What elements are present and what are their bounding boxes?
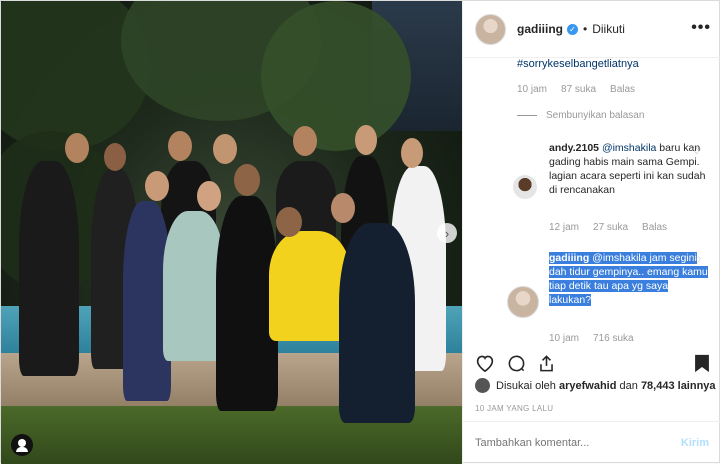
- avatar[interactable]: [507, 286, 539, 318]
- photo-person-head: [145, 171, 169, 201]
- comment-icon: [508, 355, 524, 371]
- hide-replies-label: Sembunyikan balasan: [546, 110, 645, 121]
- comment-time[interactable]: 12 jam: [549, 222, 579, 233]
- user-tag-button[interactable]: [11, 434, 33, 456]
- likes-middle: dan: [619, 379, 638, 392]
- save-button[interactable]: [691, 352, 713, 374]
- next-image-button[interactable]: ›: [437, 223, 457, 243]
- comment-username[interactable]: gadiiing: [549, 252, 589, 264]
- post-side-panel: gadiiing ✓ • Diikuti ••• #sorrykeselbang…: [462, 1, 720, 464]
- comment-meta: 10 jam 716 suka: [549, 333, 634, 344]
- reply-button[interactable]: Balas: [642, 222, 667, 233]
- username-link[interactable]: gadiiing: [517, 22, 563, 36]
- comment-mention[interactable]: @imshakila: [602, 142, 656, 154]
- post-actions: [463, 348, 720, 378]
- avatar[interactable]: [513, 175, 537, 199]
- likes-count[interactable]: 78,443 lainnya: [641, 380, 716, 392]
- share-icon: [539, 354, 553, 371]
- share-button[interactable]: [535, 352, 557, 374]
- bookmark-icon: [695, 354, 709, 372]
- avatar[interactable]: [475, 13, 506, 45]
- comment-likes[interactable]: 27 suka: [593, 222, 628, 233]
- post-timestamp[interactable]: 10 JAM YANG LALU: [475, 404, 553, 413]
- verified-icon: ✓: [567, 23, 578, 35]
- post-header: gadiiing ✓ • Diikuti •••: [463, 1, 720, 58]
- hide-replies-button[interactable]: Sembunyikan balasan: [517, 110, 644, 121]
- header-separator: •: [583, 22, 588, 36]
- photo-person-head: [197, 181, 221, 211]
- post-photo[interactable]: ›: [1, 1, 462, 464]
- like-button[interactable]: [474, 352, 496, 374]
- photo-person-head: [331, 193, 355, 223]
- photo-foliage: [261, 1, 411, 151]
- photo-person-head: [213, 134, 237, 164]
- comments-list[interactable]: #sorrykeselbangetliatnya 10 jam 87 suka …: [463, 58, 720, 348]
- heart-icon[interactable]: ♡: [692, 146, 701, 157]
- photo-person: [19, 161, 79, 376]
- photo-person-head: [168, 131, 192, 161]
- photo-person-head: [65, 133, 89, 163]
- liker-username[interactable]: aryefwahid: [559, 380, 616, 392]
- divider: [517, 115, 537, 116]
- user-tag-icon: [11, 434, 33, 456]
- comment-meta: 12 jam 27 suka Balas: [549, 222, 667, 233]
- comment-likes[interactable]: 716 suka: [593, 333, 634, 344]
- comment-time[interactable]: 10 jam: [549, 333, 579, 344]
- likes-prefix: Disukai oleh: [496, 379, 556, 392]
- photo-person-head: [355, 125, 377, 155]
- reply-comment: andy.2105 @imshakila baru kan gading hab…: [549, 141, 709, 197]
- photo-person-head: [234, 164, 260, 196]
- more-options-button[interactable]: •••: [691, 19, 711, 37]
- comment-likes[interactable]: 87 suka: [561, 84, 596, 95]
- photo-person-head: [293, 126, 317, 156]
- reply-comment: gadiiing @imshakila jam segini dah tidur…: [549, 251, 709, 307]
- comment-meta: 10 jam 87 suka Balas: [517, 84, 635, 95]
- photo-person: [339, 223, 415, 423]
- post-dialog: › gadiiing ✓ • Diikuti ••• #sorrykeselba…: [0, 0, 720, 464]
- post-comment-button[interactable]: Kirim: [681, 437, 709, 449]
- hashtag-link[interactable]: #sorrykeselbangetliatnya: [517, 58, 639, 70]
- more-icon: •••: [691, 19, 711, 36]
- comment-time[interactable]: 10 jam: [517, 84, 547, 95]
- heart-icon[interactable]: ♡: [692, 256, 701, 267]
- comment-button[interactable]: [505, 352, 527, 374]
- photo-person-head: [276, 207, 302, 237]
- heart-icon: [476, 355, 494, 372]
- comment-input[interactable]: [475, 437, 681, 449]
- follow-status-button[interactable]: Diikuti: [592, 22, 625, 36]
- likes-summary: Disukai oleh aryefwahid dan 78,443 lainn…: [475, 378, 716, 393]
- reply-button[interactable]: Balas: [610, 84, 635, 95]
- add-comment-bar: Kirim: [463, 421, 720, 464]
- comment-username[interactable]: andy.2105: [549, 142, 599, 154]
- comment-mention[interactable]: @imshakila: [592, 252, 646, 264]
- photo-person-head: [104, 143, 126, 171]
- photo-person-head: [401, 138, 423, 168]
- avatar[interactable]: [475, 378, 490, 393]
- chevron-right-icon: ›: [444, 225, 450, 241]
